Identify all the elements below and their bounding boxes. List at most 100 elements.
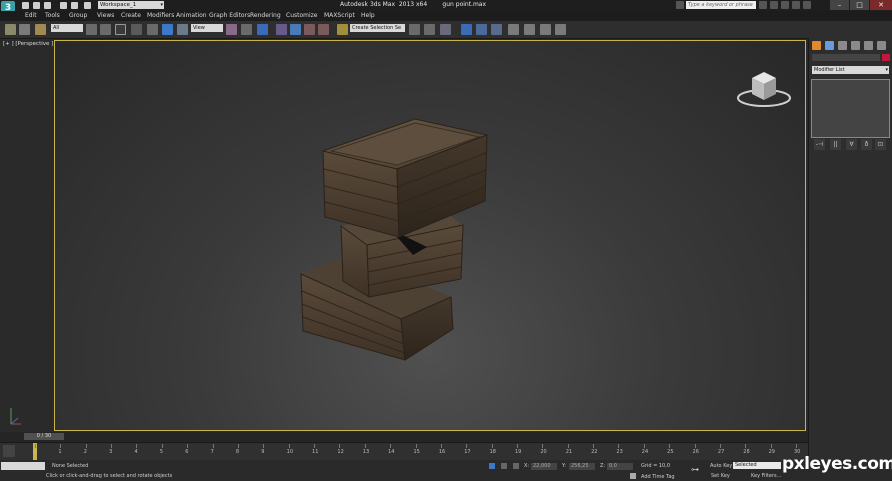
modify-tab-icon[interactable] bbox=[825, 41, 834, 50]
undo-icon[interactable] bbox=[60, 2, 67, 9]
graphite-ribbon-icon[interactable] bbox=[461, 24, 472, 35]
favorites-icon[interactable] bbox=[792, 1, 800, 9]
select-by-name-icon[interactable] bbox=[100, 24, 111, 35]
render-production-icon[interactable] bbox=[555, 24, 566, 35]
maxscript-listener[interactable] bbox=[1, 462, 45, 470]
absolute-mode-icon[interactable] bbox=[513, 463, 519, 469]
schematic-view-icon[interactable] bbox=[491, 24, 502, 35]
angle-snap-icon[interactable] bbox=[290, 24, 301, 35]
set-key-button[interactable]: Set Key bbox=[711, 473, 730, 479]
spinner-snap-icon[interactable] bbox=[318, 24, 329, 35]
motion-tab-icon[interactable] bbox=[851, 41, 860, 50]
project-folder-icon[interactable] bbox=[84, 2, 91, 9]
select-manipulate-icon[interactable] bbox=[241, 24, 252, 35]
rendered-frame-window-icon[interactable] bbox=[540, 24, 551, 35]
create-tab-icon[interactable] bbox=[812, 41, 821, 50]
named-selection-dropdown[interactable]: Create Selection Se bbox=[350, 24, 405, 32]
menu-animation[interactable]: Animation bbox=[176, 12, 207, 19]
unlink-selection-icon[interactable] bbox=[19, 24, 30, 35]
bind-to-space-warp-icon[interactable] bbox=[35, 24, 46, 35]
remove-modifier-button[interactable]: ð bbox=[861, 139, 872, 150]
layer-manager-icon[interactable] bbox=[440, 24, 451, 35]
key-filters-button[interactable]: Key Filters... bbox=[751, 473, 781, 479]
close-button[interactable]: ✕ bbox=[870, 0, 892, 10]
subscription-icon[interactable] bbox=[770, 1, 778, 9]
select-and-link-icon[interactable] bbox=[5, 24, 16, 35]
viewcube-icon[interactable] bbox=[736, 68, 792, 112]
search-icon[interactable] bbox=[759, 1, 767, 9]
time-tag-icon[interactable] bbox=[630, 473, 636, 479]
pin-stack-button[interactable]: -⊣ bbox=[814, 139, 825, 150]
key-icon[interactable]: ⊶ bbox=[691, 465, 699, 474]
display-tab-icon[interactable] bbox=[864, 41, 873, 50]
show-end-result-button[interactable]: || bbox=[830, 139, 841, 150]
time-slider-thumb[interactable]: 0 / 30 bbox=[24, 433, 64, 440]
menu-graph-editors[interactable]: Graph Editors bbox=[209, 12, 250, 19]
render-setup-icon[interactable] bbox=[524, 24, 535, 35]
help-icon[interactable] bbox=[803, 1, 811, 9]
tick-label: 25 bbox=[667, 449, 674, 455]
mini-curve-editor-icon[interactable] bbox=[3, 445, 15, 457]
selection-lock-icon[interactable] bbox=[501, 463, 507, 469]
maximize-button[interactable]: □ bbox=[850, 0, 869, 10]
pivot-center-icon[interactable] bbox=[226, 24, 237, 35]
menu-tools[interactable]: Tools bbox=[45, 12, 60, 19]
z-coordinate-field[interactable]: 0,0 bbox=[607, 463, 633, 470]
snaps-toggle-icon[interactable] bbox=[276, 24, 287, 35]
mirror-icon[interactable] bbox=[409, 24, 420, 35]
utilities-tab-icon[interactable] bbox=[877, 41, 886, 50]
search-toggle-icon[interactable] bbox=[676, 1, 684, 9]
menu-group[interactable]: Group bbox=[69, 12, 87, 19]
tick-label: 12 bbox=[337, 449, 344, 455]
modifier-list-dropdown[interactable]: Modifier List ▾ bbox=[812, 66, 889, 74]
communication-icon[interactable] bbox=[781, 1, 789, 9]
scale-icon[interactable] bbox=[177, 24, 188, 35]
rectangular-selection-icon[interactable] bbox=[115, 24, 126, 35]
menu-views[interactable]: Views bbox=[97, 12, 114, 19]
window-crossing-icon[interactable] bbox=[131, 24, 142, 35]
menu-help[interactable]: Help bbox=[361, 12, 375, 19]
percent-snap-icon[interactable] bbox=[304, 24, 315, 35]
rotate-icon[interactable] bbox=[162, 24, 173, 35]
select-object-icon[interactable] bbox=[86, 24, 97, 35]
object-color-swatch[interactable] bbox=[882, 54, 890, 61]
menu-modifiers[interactable]: Modifiers bbox=[147, 12, 174, 19]
move-icon[interactable] bbox=[147, 24, 158, 35]
align-icon[interactable] bbox=[424, 24, 435, 35]
menu-maxscript[interactable]: MAXScript bbox=[324, 12, 355, 19]
object-name-field[interactable] bbox=[812, 54, 880, 61]
track-bar[interactable]: 0 1 2 3 4 5 6 7 8 9 10 11 12 13 14 15 16 17 18 19 20 21 22 23 24… bbox=[0, 442, 808, 461]
watermark: pxleyes.com bbox=[782, 454, 892, 474]
keyboard-shortcut-icon[interactable] bbox=[257, 24, 268, 35]
isolate-selection-icon[interactable] bbox=[489, 463, 495, 469]
open-file-icon[interactable] bbox=[33, 2, 40, 9]
configure-sets-button[interactable]: ⊡ bbox=[875, 139, 886, 150]
menu-edit[interactable]: Edit bbox=[25, 12, 37, 19]
selection-filter-dropdown[interactable]: All bbox=[51, 24, 83, 32]
modifier-stack[interactable] bbox=[811, 79, 890, 138]
crate-top[interactable] bbox=[321, 118, 489, 238]
tick-mark bbox=[364, 444, 366, 448]
make-unique-button[interactable]: ∀ bbox=[846, 139, 857, 150]
add-time-tag-button[interactable]: Add Time Tag bbox=[641, 474, 675, 480]
minimize-button[interactable]: – bbox=[830, 0, 849, 10]
save-file-icon[interactable] bbox=[44, 2, 51, 9]
menu-customize[interactable]: Customize bbox=[286, 12, 318, 19]
material-editor-icon[interactable] bbox=[508, 24, 519, 35]
new-file-icon[interactable] bbox=[22, 2, 29, 9]
edit-named-selection-icon[interactable] bbox=[337, 24, 348, 35]
redo-icon[interactable] bbox=[71, 2, 78, 9]
perspective-viewport[interactable] bbox=[54, 40, 806, 431]
search-input[interactable]: Type a keyword or phrase bbox=[686, 1, 756, 9]
workspace-dropdown[interactable]: Workspace_1 ▾ bbox=[98, 1, 164, 9]
reference-coordinate-dropdown[interactable]: View bbox=[191, 24, 223, 32]
auto-key-button[interactable]: Auto Key bbox=[710, 463, 732, 469]
time-slider[interactable]: 0 / 30 bbox=[0, 432, 808, 442]
menu-rendering[interactable]: Rendering bbox=[250, 12, 281, 19]
curve-editor-icon[interactable] bbox=[476, 24, 487, 35]
menu-create[interactable]: Create bbox=[121, 12, 141, 19]
hierarchy-tab-icon[interactable] bbox=[838, 41, 847, 50]
key-selection-dropdown[interactable]: Selected bbox=[733, 462, 781, 469]
x-coordinate-field[interactable]: 22,000 bbox=[531, 463, 557, 470]
y-coordinate-field[interactable]: 256,25 bbox=[569, 463, 595, 470]
